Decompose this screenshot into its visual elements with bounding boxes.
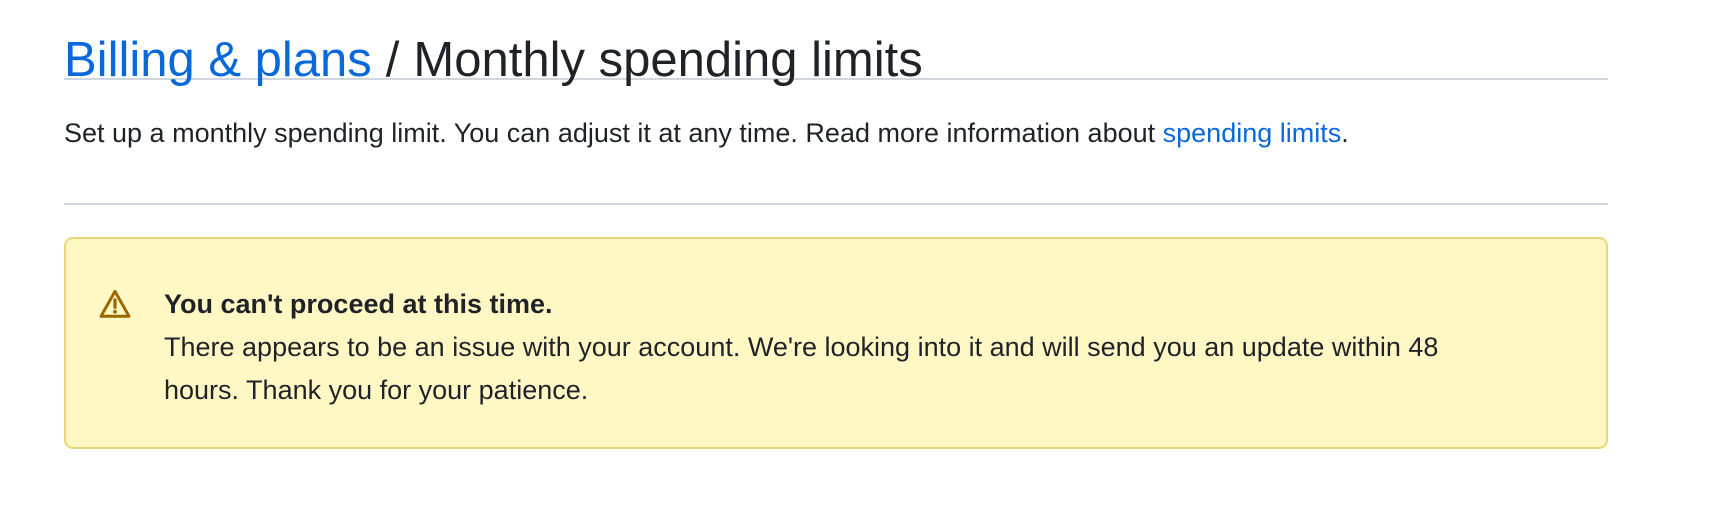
page-description: Set up a monthly spending limit. You can…: [64, 80, 1608, 205]
description-suffix: .: [1341, 118, 1349, 148]
spending-limits-link[interactable]: spending limits: [1163, 118, 1342, 148]
breadcrumb-billing-link[interactable]: Billing & plans: [64, 34, 372, 86]
spending-limits-page: Billing & plans / Monthly spending limit…: [0, 0, 1716, 514]
description-text: Set up a monthly spending limit. You can…: [64, 118, 1163, 148]
warning-title: You can't proceed at this time.: [164, 289, 553, 319]
page-header: Billing & plans / Monthly spending limit…: [64, 0, 1608, 86]
breadcrumb-separator: /: [385, 33, 400, 87]
warning-message: You can't proceed at this time. There ap…: [164, 283, 1514, 412]
warning-text: There appears to be an issue with your a…: [164, 332, 1439, 405]
breadcrumb-current-page: Monthly spending limits: [413, 33, 923, 87]
alert-triangle-icon: [98, 287, 132, 321]
page-title: Billing & plans / Monthly spending limit…: [64, 34, 923, 86]
warning-flash: You can't proceed at this time. There ap…: [64, 237, 1608, 449]
